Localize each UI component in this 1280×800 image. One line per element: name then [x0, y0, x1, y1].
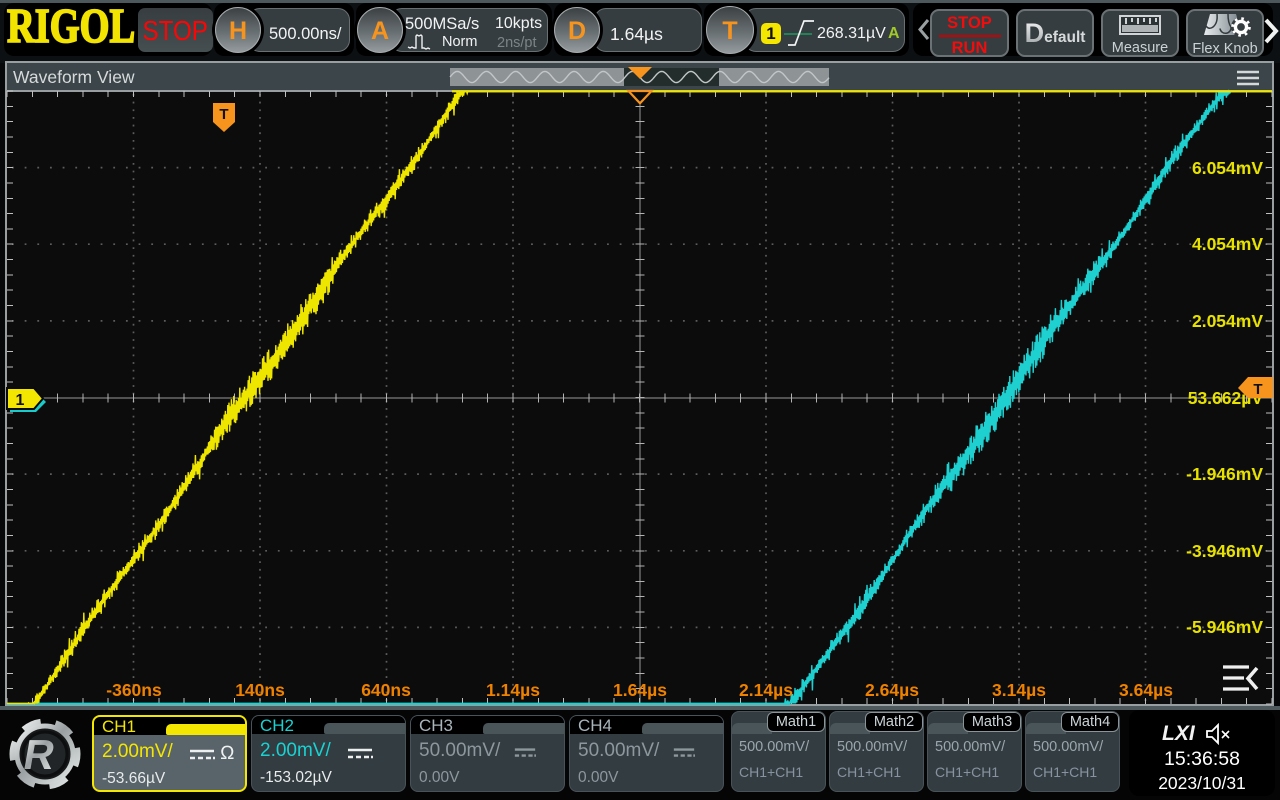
svg-text:-360ns: -360ns — [106, 680, 162, 700]
svg-text:4.054mV: 4.054mV — [1192, 234, 1263, 254]
svg-text:-3.946mV: -3.946mV — [1186, 541, 1263, 561]
svg-text:1.14µs: 1.14µs — [486, 680, 540, 700]
svg-text:-1.946mV: -1.946mV — [1186, 464, 1263, 484]
svg-text:2.14µs: 2.14µs — [739, 680, 793, 700]
svg-text:1.64µs: 1.64µs — [613, 680, 667, 700]
svg-text:T: T — [219, 106, 228, 123]
svg-text:6.054mV: 6.054mV — [1192, 158, 1263, 178]
svg-text:T: T — [1253, 381, 1262, 398]
svg-text:2.054mV: 2.054mV — [1192, 311, 1263, 331]
svg-text:3.14µs: 3.14µs — [992, 680, 1046, 700]
svg-text:140ns: 140ns — [235, 680, 285, 700]
svg-text:1: 1 — [16, 392, 25, 409]
svg-text:3.64µs: 3.64µs — [1119, 680, 1173, 700]
svg-text:640ns: 640ns — [361, 680, 411, 700]
svg-text:-5.946mV: -5.946mV — [1186, 617, 1263, 637]
svg-text:2.64µs: 2.64µs — [865, 680, 919, 700]
